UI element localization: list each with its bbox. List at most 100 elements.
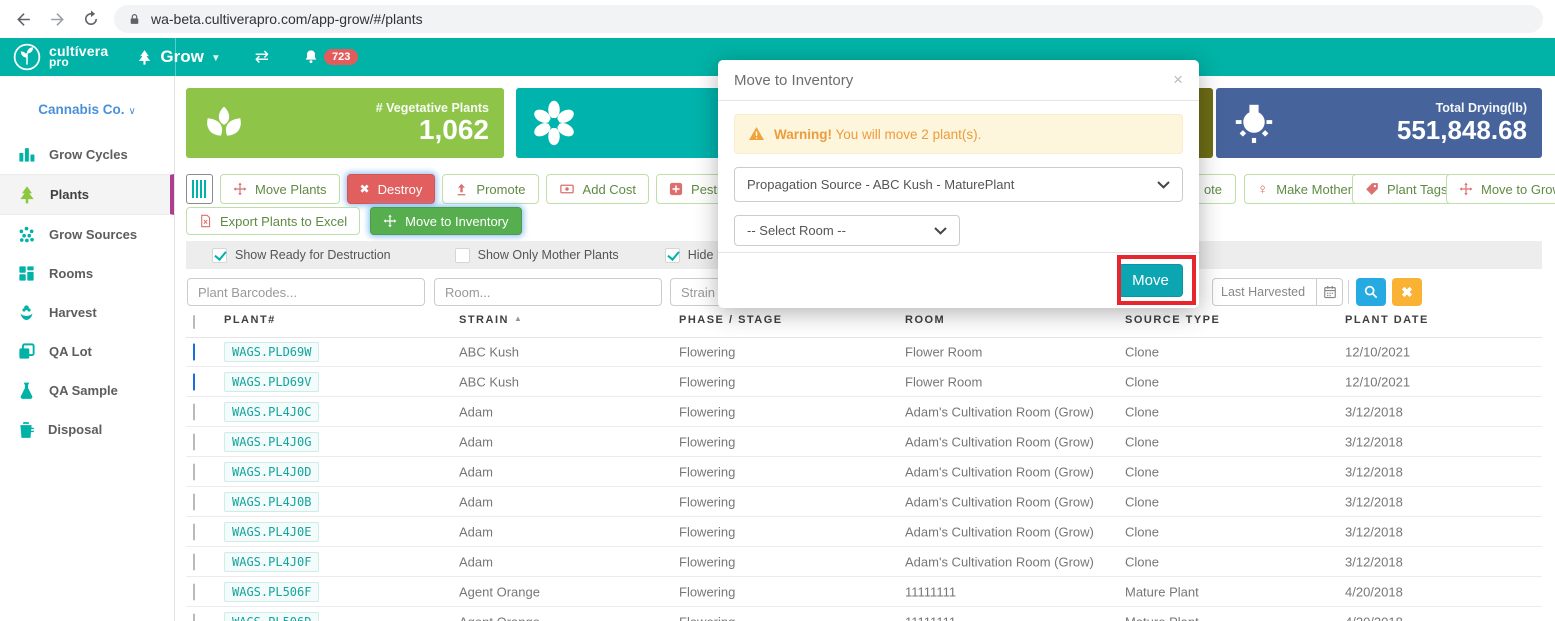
move-icon bbox=[383, 214, 397, 228]
grow-tree-icon bbox=[139, 49, 151, 65]
clear-filters-button[interactable]: ✖ bbox=[1392, 278, 1422, 306]
row-checkbox[interactable] bbox=[193, 553, 195, 570]
plant-number-link[interactable]: WAGS.PL4J0C bbox=[224, 401, 320, 422]
source-type-cell: Clone bbox=[1125, 494, 1159, 509]
row-checkbox[interactable] bbox=[193, 613, 195, 621]
table-row: WAGS.PL4J0C Adam Flowering Adam's Cultiv… bbox=[186, 397, 1542, 427]
source-type-cell: Clone bbox=[1125, 554, 1159, 569]
source-type-cell: Mature Plant bbox=[1125, 584, 1199, 599]
barcode-scan-button[interactable] bbox=[186, 174, 213, 204]
card-value: 551,848.68 bbox=[1396, 115, 1527, 145]
room-input[interactable] bbox=[434, 278, 662, 306]
add-cost-button[interactable]: Add Cost bbox=[545, 174, 650, 204]
row-checkbox[interactable] bbox=[193, 343, 195, 360]
barcode-icon bbox=[192, 180, 207, 198]
column-header-date[interactable]: PLANT DATE bbox=[1345, 314, 1429, 326]
strain-cell: Adam bbox=[459, 434, 493, 449]
plant-number-link[interactable]: WAGS.PL506F bbox=[224, 581, 320, 602]
close-icon[interactable]: × bbox=[1173, 70, 1183, 90]
notification-badge: 723 bbox=[324, 49, 359, 65]
phase-cell: Flowering bbox=[679, 434, 736, 449]
strain-cell: ABC Kush bbox=[459, 374, 519, 389]
strain-cell: Agent Orange bbox=[459, 584, 540, 599]
back-icon[interactable] bbox=[6, 4, 40, 34]
phase-cell: Flowering bbox=[679, 464, 736, 479]
excel-icon bbox=[201, 214, 211, 228]
plant-number-link[interactable]: WAGS.PL4J0D bbox=[224, 461, 320, 482]
move-to-grow-cycle-button[interactable]: Move to Grow Cy bbox=[1446, 174, 1555, 204]
row-checkbox[interactable] bbox=[193, 373, 195, 390]
calendar-button[interactable] bbox=[1316, 278, 1343, 306]
column-header-phase[interactable]: PHASE / STAGE bbox=[679, 314, 783, 326]
move-icon bbox=[233, 182, 247, 196]
plant-tags-button[interactable]: Plant Tags bbox=[1352, 174, 1461, 204]
last-harvested-date-input[interactable] bbox=[1212, 278, 1316, 306]
calendar-icon bbox=[1323, 286, 1336, 299]
move-to-inventory-button[interactable]: Move to Inventory bbox=[370, 207, 522, 235]
source-type-cell: Clone bbox=[1125, 374, 1159, 389]
show-ready-for-destruction-checkbox[interactable]: Show Ready for Destruction bbox=[212, 247, 391, 263]
female-icon: ♀ bbox=[1257, 180, 1269, 198]
plant-number-link[interactable]: WAGS.PLD69W bbox=[224, 341, 320, 362]
reload-icon[interactable] bbox=[74, 4, 108, 34]
move-to-inventory-dialog: Move to Inventory × Warning! You will mo… bbox=[718, 60, 1199, 308]
plant-number-link[interactable]: WAGS.PL506D bbox=[224, 611, 320, 621]
sidebar-item-plants[interactable]: Plants bbox=[0, 174, 174, 215]
plant-number-link[interactable]: WAGS.PLD69V bbox=[224, 371, 320, 392]
sidebar-item-rooms[interactable]: Rooms bbox=[0, 254, 174, 293]
row-checkbox[interactable] bbox=[193, 583, 195, 600]
select-all-checkbox[interactable] bbox=[193, 315, 195, 329]
row-checkbox[interactable] bbox=[193, 463, 195, 480]
sidebar-item-grow-cycles[interactable]: Grow Cycles bbox=[0, 135, 174, 174]
notifications[interactable]: 723 bbox=[303, 49, 359, 65]
column-header-strain[interactable]: STRAIN ▲ bbox=[459, 314, 523, 326]
source-type-cell: Clone bbox=[1125, 464, 1159, 479]
add-cost-icon bbox=[559, 184, 574, 194]
show-only-mother-plants-checkbox[interactable]: Show Only Mother Plants bbox=[454, 247, 619, 263]
phase-cell: Flowering bbox=[679, 584, 736, 599]
promote-button[interactable]: Promote bbox=[442, 174, 539, 204]
search-button[interactable] bbox=[1356, 278, 1386, 306]
flask-icon bbox=[20, 382, 33, 399]
row-checkbox[interactable] bbox=[193, 433, 195, 450]
plant-number-link[interactable]: WAGS.PL4J0F bbox=[224, 551, 320, 572]
row-checkbox[interactable] bbox=[193, 403, 195, 420]
sidebar-item-grow-sources[interactable]: Grow Sources bbox=[0, 215, 174, 254]
chevron-down-icon bbox=[1157, 180, 1170, 189]
trash-icon bbox=[20, 421, 34, 438]
row-checkbox[interactable] bbox=[193, 493, 195, 510]
move-button[interactable]: Move bbox=[1118, 264, 1183, 297]
table-row: WAGS.PLD69V ABC Kush Flowering Flower Ro… bbox=[186, 367, 1542, 397]
sidebar-item-qa-lot[interactable]: QA Lot bbox=[0, 332, 174, 371]
url-bar[interactable]: wa-beta.cultiverapro.com/app-grow/#/plan… bbox=[114, 5, 1543, 33]
sidebar-item-qa-sample[interactable]: QA Sample bbox=[0, 371, 174, 410]
qa-lot-icon bbox=[19, 343, 35, 359]
company-selector[interactable]: Cannabis Co. ∨ bbox=[0, 102, 174, 117]
phase-cell: Flowering bbox=[679, 494, 736, 509]
sidebar-item-harvest[interactable]: Harvest bbox=[0, 293, 174, 332]
phase-cell: Flowering bbox=[679, 374, 736, 389]
forward-icon[interactable] bbox=[40, 4, 74, 34]
transfer-icon[interactable]: ⇄ bbox=[255, 47, 269, 67]
plant-barcodes-input[interactable] bbox=[187, 278, 425, 306]
sidebar-item-disposal[interactable]: Disposal bbox=[0, 410, 174, 449]
export-excel-button[interactable]: Export Plants to Excel bbox=[186, 207, 361, 235]
plant-number-link[interactable]: WAGS.PL4J0B bbox=[224, 491, 320, 512]
propagation-source-select[interactable]: Propagation Source - ABC Kush - MaturePl… bbox=[734, 167, 1183, 202]
column-header-source[interactable]: SOURCE TYPE bbox=[1125, 314, 1220, 326]
caret-down-icon: ▼ bbox=[210, 53, 221, 64]
strain-cell: Adam bbox=[459, 494, 493, 509]
make-mother-button[interactable]: ♀ Make Mother bbox=[1244, 174, 1366, 204]
column-header-plant[interactable]: PLANT# bbox=[224, 314, 276, 326]
source-type-cell: Clone bbox=[1125, 404, 1159, 419]
plant-number-link[interactable]: WAGS.PL4J0G bbox=[224, 431, 320, 452]
sidebar: Cannabis Co. ∨ Grow Cycles Plants Grow So… bbox=[0, 76, 175, 621]
app-switcher-grow[interactable]: Grow ▼ bbox=[136, 47, 221, 67]
column-header-room[interactable]: ROOM bbox=[905, 314, 945, 326]
move-plants-button[interactable]: Move Plants bbox=[220, 174, 340, 204]
row-checkbox[interactable] bbox=[193, 523, 195, 540]
plant-number-link[interactable]: WAGS.PL4J0E bbox=[224, 521, 320, 542]
strain-cell: Agent Orange bbox=[459, 614, 540, 621]
destroy-button[interactable]: ✖ Destroy bbox=[346, 174, 436, 204]
room-select[interactable]: -- Select Room -- bbox=[734, 215, 960, 246]
